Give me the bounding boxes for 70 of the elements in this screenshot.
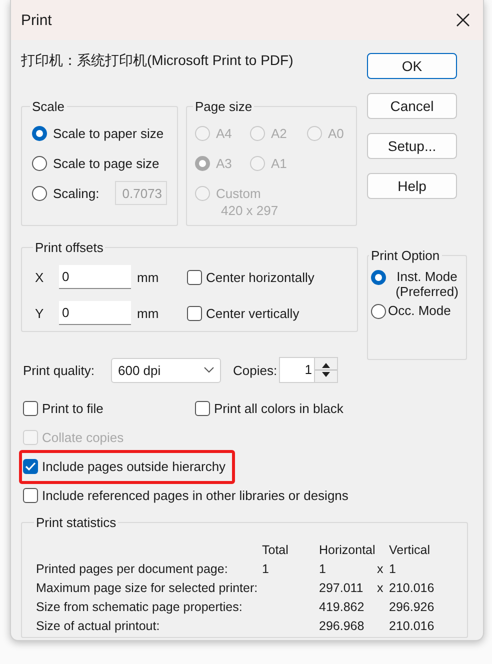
option-label: Scale to page size	[53, 156, 160, 170]
dialog-button[interactable]: Setup...	[367, 133, 457, 159]
checkbox[interactable]	[195, 401, 210, 416]
checkbox-label: Include pages outside hierarchy	[42, 459, 226, 474]
copies-spinbox[interactable]: 1	[279, 357, 338, 383]
row-label: Printed pages per document page:	[36, 561, 229, 577]
radio-button[interactable]	[371, 304, 386, 319]
option-label: Occ. Mode	[388, 303, 452, 318]
row-label: Maximum page size for selected printer:	[36, 580, 259, 596]
dialog-button[interactable]: Cancel	[367, 93, 457, 119]
table-cell-text: 1	[389, 561, 397, 577]
option-label: A2	[271, 126, 287, 140]
table-cell-text: 296.968	[319, 618, 366, 634]
copies-label: Copies:	[233, 362, 278, 378]
close-icon	[456, 13, 470, 27]
group-title: Scale	[31, 99, 66, 114]
table-cell-text: 1	[262, 561, 270, 577]
option-label: Scale to paper size	[53, 126, 164, 140]
option-label: A0	[328, 126, 344, 140]
checkbox-label: Center horizontally	[206, 270, 314, 284]
option-label: A4	[216, 126, 232, 140]
option-label: A3	[216, 156, 232, 170]
checkbox[interactable]	[23, 401, 38, 416]
unit-label: mm	[137, 306, 160, 320]
axis-label: Y	[35, 306, 45, 320]
column-header: Horizontal	[319, 542, 376, 558]
dialog-button[interactable]: OK	[367, 53, 457, 79]
checkbox-label: Print all colors in black	[214, 401, 344, 416]
checkbox-label: Print to file	[42, 401, 104, 416]
table-cell-text: x	[377, 580, 384, 596]
window-title: Print	[21, 12, 52, 28]
checkbox[interactable]	[187, 270, 202, 284]
checkbox-label: Collate copies	[42, 430, 124, 445]
group-title: Page size	[194, 99, 254, 114]
custom-size: 420 x 297	[220, 204, 280, 218]
checkbox-label: Include referenced pages in other libraries or designs	[42, 488, 348, 503]
group-title: Print statistics	[35, 515, 118, 530]
table-cell-text: 1	[319, 561, 327, 577]
table-cell-text: 297.011	[319, 580, 364, 596]
caret-icon	[204, 367, 214, 373]
table-cell-text: 296.926	[389, 599, 436, 615]
option-label: A1	[271, 156, 287, 170]
offset-field[interactable]: 0	[59, 301, 131, 325]
table-cell-text: 210.016	[389, 580, 436, 596]
column-header: Total	[262, 542, 290, 558]
group-title: Print offsets	[34, 240, 104, 255]
offset-field[interactable]: 0	[59, 265, 131, 289]
checkbox[interactable]	[23, 488, 38, 503]
option-label: Scaling:	[53, 186, 100, 200]
group-title: Print Option	[370, 248, 441, 263]
axis-label: X	[35, 270, 45, 284]
printer-label: 打印机：系统打印机(Microsoft Print to PDF)	[21, 52, 294, 70]
checkbox[interactable]	[187, 306, 202, 320]
unit-label: mm	[137, 270, 160, 284]
radio-button[interactable]	[32, 126, 47, 140]
quality-dropdown[interactable]: 600 dpi	[111, 358, 221, 382]
option-label: Custom	[216, 186, 261, 200]
row-label: Size from schematic page properties:	[36, 599, 244, 615]
table-cell-text: 419.862	[319, 599, 366, 615]
option-label: Inst. Mode (Preferred)	[394, 269, 460, 299]
column-header: Vertical	[389, 542, 431, 558]
checkbox[interactable]	[23, 459, 38, 474]
quality-label: Print quality:	[23, 362, 96, 378]
dialog-button[interactable]: Help	[367, 173, 457, 199]
radio-button[interactable]	[32, 156, 47, 170]
radio-button[interactable]	[371, 270, 386, 285]
row-label: Size of actual printout:	[36, 618, 161, 634]
checkbox-label: Center vertically	[206, 306, 300, 320]
table-cell-text: x	[377, 561, 384, 577]
table-cell-text: 210.016	[389, 618, 436, 634]
